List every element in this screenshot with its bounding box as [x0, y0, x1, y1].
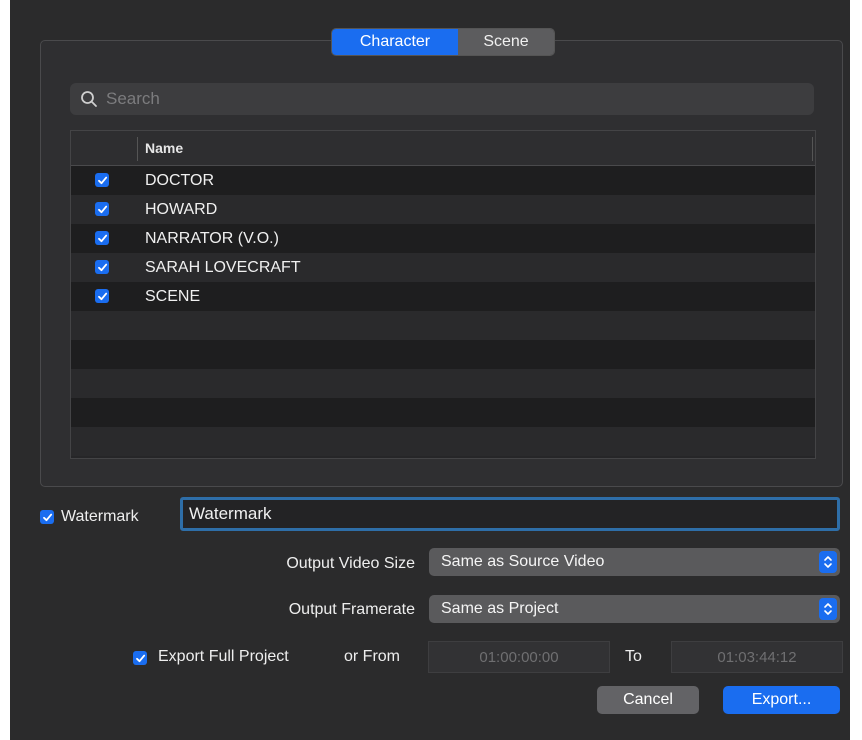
export-full-project-label: Export Full Project — [158, 648, 289, 665]
export-button[interactable]: Export... — [723, 686, 840, 714]
row-checkbox[interactable] — [95, 260, 109, 274]
output-video-size-popup[interactable]: Same as Source Video — [429, 548, 840, 576]
from-timecode-field[interactable]: 01:00:00:00 — [428, 641, 610, 673]
or-from-label: or From — [344, 648, 400, 665]
export-full-project-checkbox[interactable] — [133, 651, 147, 665]
checkmark-icon — [97, 263, 107, 271]
output-video-size-value: Same as Source Video — [441, 553, 605, 570]
row-checkbox[interactable] — [95, 231, 109, 245]
checkmark-icon — [97, 205, 107, 213]
output-framerate-label: Output Framerate — [288, 601, 415, 618]
table-row[interactable]: SARAH LOVECRAFT — [71, 253, 815, 282]
row-name: SCENE — [145, 287, 201, 305]
table-row[interactable]: HOWARD — [71, 195, 815, 224]
watermark-checkbox[interactable] — [40, 510, 54, 524]
column-header-name[interactable]: Name — [145, 140, 183, 156]
empty-table-row — [71, 340, 815, 369]
search-field[interactable] — [70, 83, 814, 115]
row-name: NARRATOR (V.O.) — [145, 229, 279, 247]
output-video-size-label: Output Video Size — [286, 555, 415, 572]
up-down-chevron-icon — [819, 551, 837, 573]
watermark-label: Watermark — [61, 508, 139, 525]
watermark-row: Watermark — [40, 497, 850, 537]
table-row[interactable]: DOCTOR — [71, 166, 815, 195]
column-divider — [137, 137, 138, 161]
tab-character[interactable]: Character — [332, 29, 458, 55]
watermark-text-field[interactable] — [180, 497, 840, 531]
empty-table-row — [71, 311, 815, 340]
cancel-button[interactable]: Cancel — [597, 686, 699, 714]
table-body: DOCTOR HOWARD NARRATOR (V.O.) SARAH LOVECRA… — [71, 166, 815, 456]
empty-table-row — [71, 369, 815, 398]
checkmark-icon — [97, 292, 107, 300]
row-name: DOCTOR — [145, 171, 215, 189]
checkmark-icon — [135, 654, 145, 662]
tab-scene[interactable]: Scene — [458, 29, 554, 55]
up-down-chevron-icon — [819, 598, 837, 620]
export-dialog: Character Scene Name DOCTOR HOWARD NARRATO… — [10, 0, 850, 740]
checkmark-icon — [42, 513, 52, 521]
to-label: To — [625, 648, 642, 665]
empty-table-row — [71, 398, 815, 427]
row-name: HOWARD — [145, 200, 218, 218]
character-table: Name DOCTOR HOWARD NARRATOR (V.O.) SARAH LO… — [70, 130, 816, 459]
search-icon — [81, 91, 97, 107]
to-timecode-field[interactable]: 01:03:44:12 — [671, 641, 843, 673]
output-framerate-value: Same as Project — [441, 600, 559, 617]
table-row[interactable]: SCENE — [71, 282, 815, 311]
empty-table-row — [71, 427, 815, 456]
table-header: Name — [71, 131, 815, 166]
output-framerate-popup[interactable]: Same as Project — [429, 595, 840, 623]
checkmark-icon — [97, 176, 107, 184]
row-name: SARAH LOVECRAFT — [145, 258, 301, 276]
tab-segmented-control: Character Scene — [331, 28, 555, 56]
row-checkbox[interactable] — [95, 173, 109, 187]
checkmark-icon — [97, 234, 107, 242]
search-input[interactable] — [104, 88, 788, 110]
row-checkbox[interactable] — [95, 202, 109, 216]
row-checkbox[interactable] — [95, 289, 109, 303]
column-divider — [812, 137, 813, 161]
table-row[interactable]: NARRATOR (V.O.) — [71, 224, 815, 253]
